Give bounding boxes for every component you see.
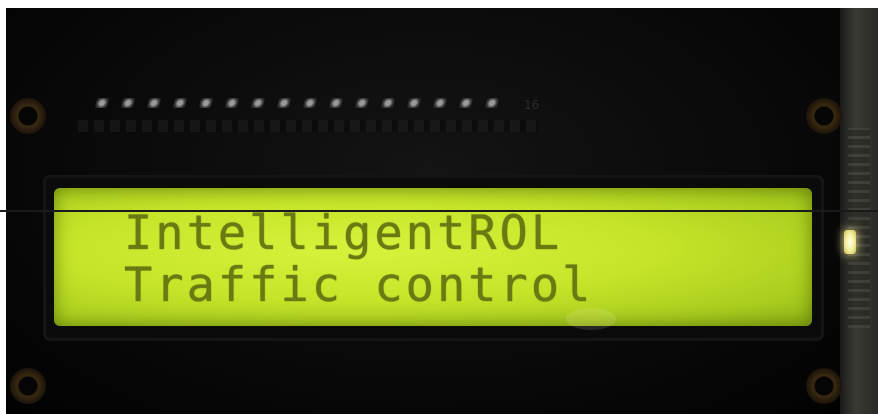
header-pin <box>328 98 344 108</box>
lcd-screen: IntelligentROL Traffic control <box>54 188 812 326</box>
header-pin <box>354 98 370 108</box>
header-pin <box>120 98 136 108</box>
header-pin <box>432 98 448 108</box>
lcd-text: IntelligentROL Traffic control <box>124 208 593 312</box>
scan-line-artifact <box>0 210 878 212</box>
header-pin <box>380 98 396 108</box>
mount-hole-bottom-left <box>10 368 46 404</box>
header-pin <box>94 98 110 108</box>
lcd-line-1: IntelligentROL <box>124 206 563 261</box>
header-pin <box>484 98 500 108</box>
header-pin <box>458 98 474 108</box>
screen-glare <box>566 308 616 330</box>
header-pin <box>406 98 422 108</box>
header-pin <box>146 98 162 108</box>
pin-number-label: 16 <box>524 98 540 112</box>
mount-hole-top-left <box>10 98 46 134</box>
mount-hole-bottom-right <box>806 368 842 404</box>
header-pin <box>276 98 292 108</box>
mount-hole-top-right <box>806 98 842 134</box>
header-pin <box>172 98 188 108</box>
header-pin <box>250 98 266 108</box>
lcd-line-2: Traffic control <box>124 258 594 313</box>
header-pin <box>302 98 318 108</box>
header-pin-row <box>94 94 526 112</box>
header-pin <box>198 98 214 108</box>
backlight-led <box>844 230 856 254</box>
header-pin <box>224 98 240 108</box>
pin-label-silkscreen <box>78 120 538 132</box>
